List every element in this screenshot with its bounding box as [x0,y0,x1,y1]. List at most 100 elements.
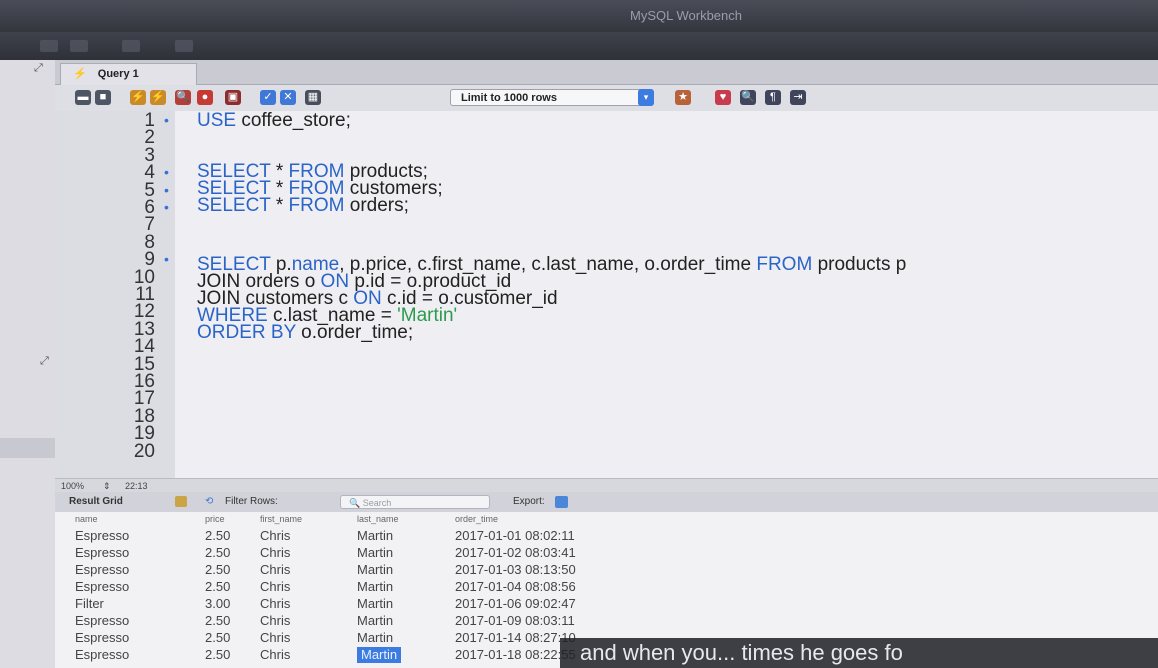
table-cell[interactable]: 3.00 [205,596,230,612]
navigator-pane: ⤢ ⤢ [0,60,56,668]
table-cell[interactable]: 2017-01-01 08:02:11 [455,528,575,544]
line-number: 3 [144,144,155,166]
table-cell[interactable]: Filter [75,596,104,612]
table-cell[interactable]: 2.50 [205,545,230,561]
toggle-continue-icon[interactable]: ▣ [225,90,241,105]
statement-marker-icon[interactable]: • [164,112,169,129]
rollback-icon[interactable]: ✕ [280,90,296,105]
table-cell[interactable]: Martin [357,647,402,663]
table-cell[interactable]: Chris [260,613,290,629]
export-icon[interactable] [555,496,568,508]
open-folder-icon[interactable]: ▬ [75,90,91,105]
table-cell[interactable]: 2.50 [205,647,230,663]
table-cell[interactable]: 2017-01-03 08:13:50 [455,562,576,578]
table-cell[interactable]: 2.50 [205,630,230,646]
table-cell[interactable]: 2017-01-09 08:03:11 [455,613,575,629]
table-cell[interactable]: Espresso [75,545,129,561]
column-header[interactable]: last_name [357,512,399,526]
line-number: 8 [144,231,155,253]
column-header[interactable]: first_name [260,512,302,526]
table-cell[interactable]: 2017-01-18 08:22:55 [455,647,576,663]
snippet-icon[interactable]: ♥ [715,90,731,105]
window-titlebar: MySQL Workbench [0,0,1158,32]
table-cell[interactable]: 2.50 [205,562,230,578]
table-cell[interactable]: Chris [260,647,290,663]
table-cell[interactable]: Martin [357,596,393,612]
table-cell[interactable]: 2.50 [205,613,230,629]
grid-icon[interactable] [175,496,187,507]
execute-icon[interactable]: ⚡ [130,90,146,105]
table-cell[interactable]: 2017-01-06 09:02:47 [455,596,576,612]
statement-marker-icon[interactable]: • [164,251,169,268]
code-line-6: SELECT * FROM orders; [197,195,409,216]
table-cell[interactable]: Espresso [75,647,129,663]
autocommit-icon[interactable]: ▦ [305,90,321,105]
expand-icon[interactable]: ⤢ [40,355,49,368]
query-tab-bar: ⚡ Query 1 [55,60,1158,85]
result-toolbar: Result Grid ⟲ Filter Rows: 🔍 Search Expo… [55,492,1158,513]
table-icon[interactable] [175,40,193,52]
collapse-icon[interactable]: ⤢ [34,62,43,75]
table-cell[interactable]: Chris [260,596,290,612]
line-number: 17 [133,388,155,410]
open-sql-icon[interactable] [70,40,88,52]
column-header[interactable]: price [205,512,225,526]
table-cell[interactable]: Espresso [75,562,129,578]
export-label: Export: [513,496,545,507]
commit-icon[interactable]: ✓ [260,90,276,105]
table-cell[interactable]: 2017-01-14 08:27:10 [455,630,576,646]
tab-query-1[interactable]: ⚡ Query 1 [60,63,197,85]
schema-icon[interactable] [122,40,140,52]
cursor-position: 22:13 [125,481,148,491]
table-cell[interactable]: Martin [357,545,393,561]
limit-rows-select[interactable]: Limit to 1000 rows [450,89,650,106]
code-line-13: ORDER BY o.order_time; [197,322,414,343]
save-icon[interactable]: ■ [95,90,111,105]
table-cell[interactable]: Martin [357,613,393,629]
line-number: 6 [144,197,155,218]
line-number: 2 [144,127,155,149]
table-cell[interactable]: Martin [357,630,393,646]
zoom-level[interactable]: 100% [61,479,84,493]
beautify-icon[interactable]: ★ [675,90,691,105]
table-cell[interactable]: Martin [357,579,393,595]
refresh-icon[interactable]: ⟲ [205,492,213,512]
new-sql-icon[interactable] [40,40,58,52]
chevron-down-icon[interactable]: ▾ [638,89,654,106]
table-cell[interactable]: Martin [357,562,393,578]
execute-current-icon[interactable]: ⚡ [150,90,166,105]
table-cell[interactable]: Chris [260,545,290,561]
table-cell[interactable]: Martin [357,528,393,544]
filter-search-input[interactable]: 🔍 Search [340,495,490,509]
find-icon[interactable]: 🔍 [740,90,756,105]
table-cell[interactable]: Chris [260,528,290,544]
table-cell[interactable]: Chris [260,630,290,646]
column-header[interactable]: order_time [455,512,498,526]
statement-marker-icon[interactable]: • [164,164,169,181]
table-cell[interactable]: Espresso [75,579,129,595]
column-header[interactable]: name [75,512,98,526]
sql-editor[interactable]: USE coffee_store; SELECT * FROM products… [175,111,1158,478]
line-number: 20 [133,440,155,462]
table-cell[interactable]: 2.50 [205,528,230,544]
table-cell[interactable]: Chris [260,579,290,595]
table-cell[interactable]: Espresso [75,613,129,629]
stepper-icon[interactable]: ⇕ [103,479,111,493]
line-number: 7 [144,214,155,236]
statement-marker-icon[interactable]: • [164,182,169,199]
table-cell[interactable]: Espresso [75,630,129,646]
table-cell[interactable]: 2017-01-02 08:03:41 [455,545,576,561]
table-cell[interactable]: Chris [260,562,290,578]
stop-icon[interactable]: ● [197,90,213,105]
sql-file-icon: ⚡ [73,68,87,80]
table-cell[interactable]: 2017-01-04 08:08:56 [455,579,576,595]
statement-marker-icon[interactable]: • [164,199,169,216]
tab-result-grid[interactable]: Result Grid [69,492,123,512]
table-cell[interactable]: Espresso [75,528,129,544]
invisible-chars-icon[interactable]: ¶ [765,90,781,105]
table-cell[interactable]: 2.50 [205,579,230,595]
query-toolbar: ▬ ■ ⚡ ⚡ 🔍 ● ▣ ✓ ✕ ▦ Limit to 1000 rows ▾… [55,85,1158,112]
explain-icon[interactable]: 🔍 [175,90,191,105]
wrap-lines-icon[interactable]: ⇥ [790,90,806,105]
line-number: 14 [133,336,155,358]
